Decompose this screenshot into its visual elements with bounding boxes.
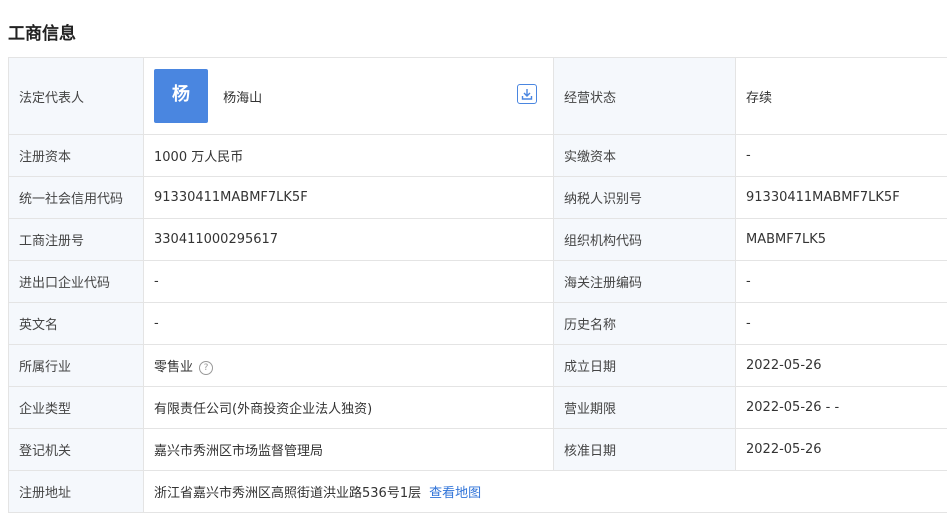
table-row: 注册资本 1000 万人民币 实缴资本 - [9, 135, 947, 177]
download-button[interactable] [517, 84, 537, 104]
download-icon [518, 85, 536, 103]
field-label: 法定代表人 [9, 58, 144, 135]
table-row: 所属行业 零售业? 成立日期 2022-05-26 [9, 345, 947, 387]
field-label: 注册资本 [9, 135, 144, 177]
address-cell: 浙江省嘉兴市秀洲区高照街道洪业路536号1层查看地图 [144, 471, 947, 513]
field-label: 海关注册编码 [554, 261, 736, 303]
field-label: 实缴资本 [554, 135, 736, 177]
field-label: 经营状态 [554, 58, 736, 135]
table-row: 工商注册号 330411000295617 组织机构代码 MABMF7LK5 [9, 219, 947, 261]
field-value: 91330411MABMF7LK5F [144, 177, 554, 219]
field-label: 所属行业 [9, 345, 144, 387]
field-label: 工商注册号 [9, 219, 144, 261]
field-value: - [736, 303, 947, 345]
field-label: 注册地址 [9, 471, 144, 513]
field-value: 91330411MABMF7LK5F [736, 177, 947, 219]
field-value: 存续 [736, 58, 947, 135]
field-value: 2022-05-26 [736, 429, 947, 471]
field-label: 营业期限 [554, 387, 736, 429]
legal-rep-cell: 杨 杨海山 [144, 58, 554, 135]
field-value: 2022-05-26 [736, 345, 947, 387]
table-row: 注册地址 浙江省嘉兴市秀洲区高照街道洪业路536号1层查看地图 [9, 471, 947, 513]
field-label: 成立日期 [554, 345, 736, 387]
field-label: 核准日期 [554, 429, 736, 471]
field-value: 零售业 [154, 360, 193, 375]
field-value: 有限责任公司(外商投资企业法人独资) [144, 387, 554, 429]
industry-cell: 零售业? [144, 345, 554, 387]
field-label: 进出口企业代码 [9, 261, 144, 303]
field-label: 历史名称 [554, 303, 736, 345]
field-value: - [736, 261, 947, 303]
field-value: - [144, 303, 554, 345]
avatar[interactable]: 杨 [154, 69, 208, 123]
table-row: 进出口企业代码 - 海关注册编码 - [9, 261, 947, 303]
field-value: 2022-05-26 - - [736, 387, 947, 429]
field-value: 330411000295617 [144, 219, 554, 261]
field-label: 登记机关 [9, 429, 144, 471]
table-row: 法定代表人 杨 杨海山 经营状态 存续 [9, 58, 947, 135]
table-row: 英文名 - 历史名称 - [9, 303, 947, 345]
table-row: 登记机关 嘉兴市秀洲区市场监督管理局 核准日期 2022-05-26 [9, 429, 947, 471]
field-label: 组织机构代码 [554, 219, 736, 261]
field-label: 纳税人识别号 [554, 177, 736, 219]
field-label: 企业类型 [9, 387, 144, 429]
field-value: 嘉兴市秀洲区市场监督管理局 [144, 429, 554, 471]
field-value: MABMF7LK5 [736, 219, 947, 261]
field-label: 英文名 [9, 303, 144, 345]
question-circle-icon[interactable]: ? [199, 361, 213, 375]
section-title: 工商信息 [8, 19, 76, 44]
field-value: - [144, 261, 554, 303]
field-label: 统一社会信用代码 [9, 177, 144, 219]
business-info-table: 法定代表人 杨 杨海山 经营状态 存续 注册资本 1000 万人民币 实缴资本 … [8, 57, 947, 513]
field-value: 1000 万人民币 [144, 135, 554, 177]
field-value: - [736, 135, 947, 177]
legal-rep-name[interactable]: 杨海山 [223, 87, 262, 106]
table-row: 统一社会信用代码 91330411MABMF7LK5F 纳税人识别号 91330… [9, 177, 947, 219]
table-row: 企业类型 有限责任公司(外商投资企业法人独资) 营业期限 2022-05-26 … [9, 387, 947, 429]
